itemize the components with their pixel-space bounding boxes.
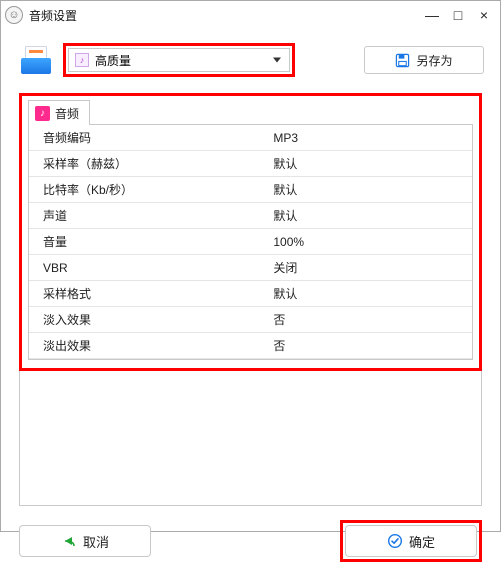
preset-select[interactable]: ♪ 高质量 xyxy=(68,48,290,72)
setting-value[interactable]: 否 xyxy=(259,333,472,359)
table-row[interactable]: 音频编码MP3 xyxy=(29,125,472,151)
setting-key: 淡入效果 xyxy=(29,307,259,333)
setting-value[interactable]: 关闭 xyxy=(259,255,472,281)
cancel-button[interactable]: 取消 xyxy=(19,525,151,557)
setting-key: VBR xyxy=(29,255,259,281)
setting-key: 比特率（Kb/秒） xyxy=(29,177,259,203)
dialog-buttons: 取消 确定 xyxy=(1,506,500,562)
tab-audio[interactable]: ♪ 音频 xyxy=(28,100,90,125)
table-row[interactable]: 采样率（赫兹）默认 xyxy=(29,151,472,177)
table-row[interactable]: 声道默认 xyxy=(29,203,472,229)
table-row[interactable]: 比特率（Kb/秒）默认 xyxy=(29,177,472,203)
floppy-disk-icon xyxy=(395,53,410,68)
preset-row: ♪ 高质量 另存为 xyxy=(1,29,500,87)
app-icon: ☺ xyxy=(5,6,23,24)
setting-value[interactable]: 否 xyxy=(259,307,472,333)
preset-selected-label: 高质量 xyxy=(95,52,131,69)
music-note-icon: ♪ xyxy=(75,53,89,67)
close-button[interactable]: × xyxy=(474,7,494,23)
setting-value[interactable]: 默认 xyxy=(259,203,472,229)
ok-label: 确定 xyxy=(409,532,435,551)
audio-tab-icon: ♪ xyxy=(35,106,50,121)
panel-blank-area xyxy=(19,371,482,506)
table-row[interactable]: 音量100% xyxy=(29,229,472,255)
setting-key: 音量 xyxy=(29,229,259,255)
setting-key: 采样格式 xyxy=(29,281,259,307)
settings-table: 音频编码MP3 采样率（赫兹）默认 比特率（Kb/秒）默认 声道默认 音量100… xyxy=(28,124,473,360)
setting-key: 采样率（赫兹） xyxy=(29,151,259,177)
preset-highlight: ♪ 高质量 xyxy=(63,43,295,77)
undo-arrow-icon xyxy=(61,533,77,549)
ok-button[interactable]: 确定 xyxy=(345,525,477,557)
setting-value[interactable]: 默认 xyxy=(259,177,472,203)
setting-value[interactable]: 默认 xyxy=(259,151,472,177)
setting-value[interactable]: 100% xyxy=(259,229,472,255)
maximize-button[interactable]: □ xyxy=(448,7,468,23)
setting-key: 淡出效果 xyxy=(29,333,259,359)
check-circle-icon xyxy=(387,533,403,549)
chevron-down-icon xyxy=(273,58,281,63)
save-as-label: 另存为 xyxy=(416,52,452,69)
minimize-button[interactable]: — xyxy=(422,7,442,23)
table-row[interactable]: 淡出效果否 xyxy=(29,333,472,359)
table-row[interactable]: VBR关闭 xyxy=(29,255,472,281)
setting-value[interactable]: 默认 xyxy=(259,281,472,307)
tray-icon xyxy=(19,46,53,74)
save-as-button[interactable]: 另存为 xyxy=(364,46,484,74)
setting-key: 声道 xyxy=(29,203,259,229)
table-row[interactable]: 采样格式默认 xyxy=(29,281,472,307)
setting-value[interactable]: MP3 xyxy=(259,125,472,151)
ok-highlight: 确定 xyxy=(340,520,482,562)
audio-tab-label: 音频 xyxy=(55,105,79,122)
cancel-label: 取消 xyxy=(83,532,109,551)
titlebar: ☺ 音频设置 — □ × xyxy=(1,1,500,29)
settings-highlight: ♪ 音频 音频编码MP3 采样率（赫兹）默认 比特率（Kb/秒）默认 声道默认 … xyxy=(19,93,482,371)
table-row[interactable]: 淡入效果否 xyxy=(29,307,472,333)
setting-key: 音频编码 xyxy=(29,125,259,151)
window-title: 音频设置 xyxy=(29,7,77,24)
